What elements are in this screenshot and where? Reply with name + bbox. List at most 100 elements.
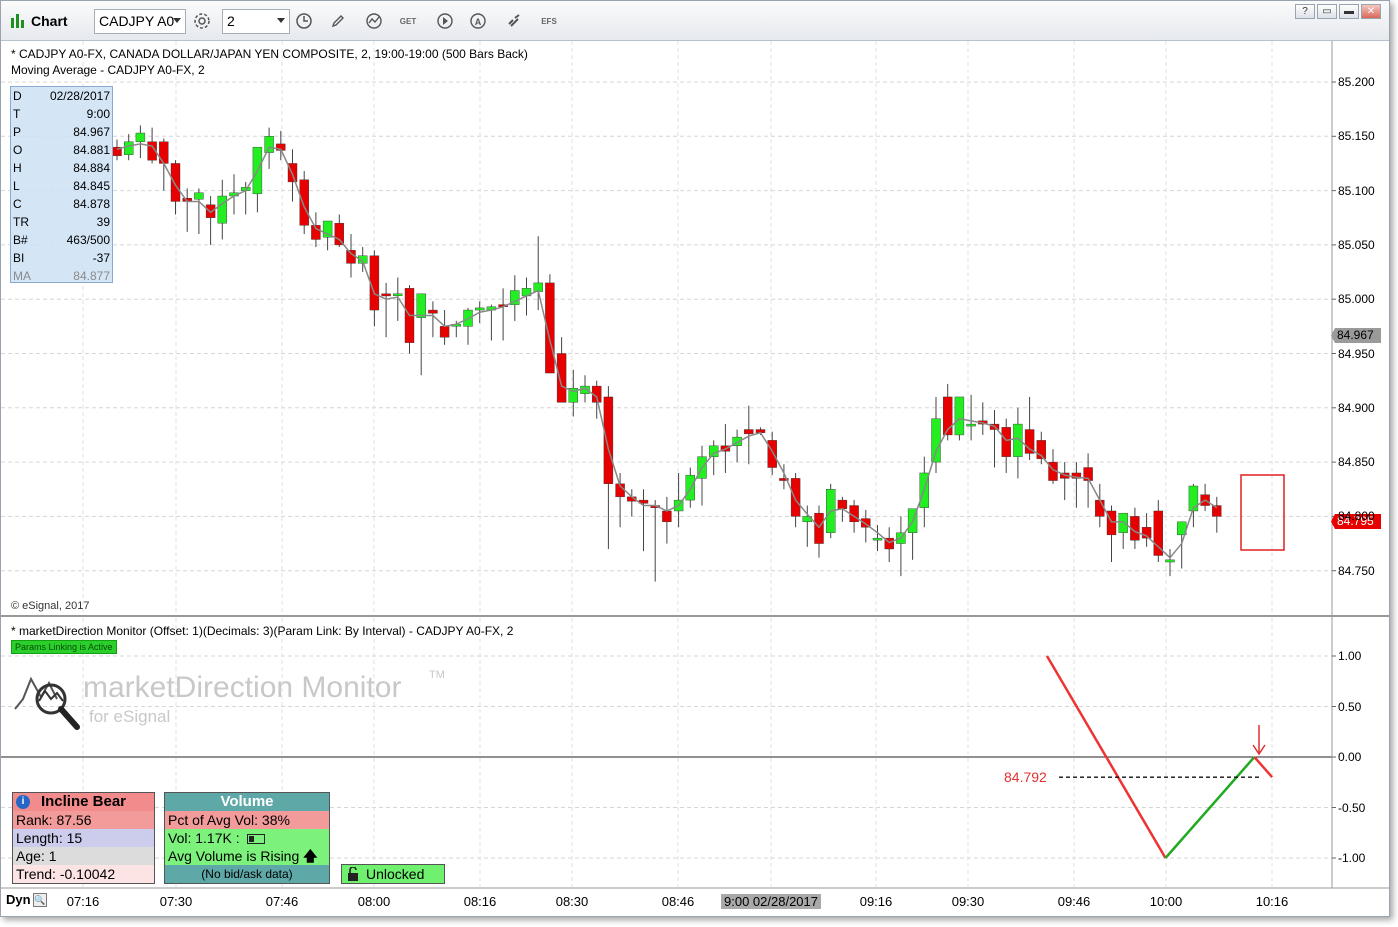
candle-body xyxy=(709,445,719,457)
time-axis-label: 08:16 xyxy=(463,894,497,909)
data-window-key: B# xyxy=(13,233,28,247)
volume-rising-label: Avg Volume is Rising xyxy=(168,848,300,864)
level-label: 84.792 xyxy=(1004,769,1047,785)
data-window-key: TR xyxy=(13,215,29,229)
zoom-icon[interactable]: 🔍 xyxy=(32,892,47,907)
pencil-icon[interactable] xyxy=(328,11,348,31)
data-window-value: 84.881 xyxy=(73,143,110,157)
toolbar: Chart CADJPY A0 2 GET A EFS ? ▭ ▬ ✕ xyxy=(1,1,1389,41)
candle-body xyxy=(416,293,426,318)
chart-bars-icon xyxy=(11,14,25,28)
play-icon[interactable] xyxy=(435,11,455,31)
data-window-key: BI xyxy=(13,251,25,265)
chart-area[interactable] xyxy=(1,41,1390,917)
data-window-row: T 9:00 xyxy=(13,107,110,125)
restore-button[interactable]: ▭ xyxy=(1317,4,1337,19)
logo-title: marketDirection Monitor xyxy=(83,671,402,704)
volume-panel: Volume Pct of Avg Vol: 38% Vol: 1.17K : … xyxy=(164,792,330,884)
data-window-row: TR 39 xyxy=(13,215,110,233)
price-axis-label: 84.850 xyxy=(1338,455,1375,470)
data-window-key: L xyxy=(13,179,20,193)
close-button[interactable]: ✕ xyxy=(1361,4,1381,19)
time-axis-label: 07:30 xyxy=(159,894,193,909)
candle-body xyxy=(685,474,695,501)
time-axis-label: 08:46 xyxy=(661,894,695,909)
chevron-down-icon[interactable] xyxy=(173,18,181,23)
trend-title: Incline Bear xyxy=(40,793,127,810)
candle-body xyxy=(159,141,169,164)
minimize-button[interactable]: ▬ xyxy=(1339,4,1359,19)
candle-body xyxy=(1095,499,1105,517)
time-axis-label: 09:16 xyxy=(859,894,893,909)
data-window-row: D 02/28/2017 xyxy=(13,89,110,107)
candle-body xyxy=(194,192,204,200)
ma-header: Moving Average - CADJPY A0-FX, 2 xyxy=(11,63,205,77)
trend-rank: Rank: 87.56 xyxy=(13,811,154,829)
data-window-row: P 84.967 xyxy=(13,125,110,143)
time-axis-label: 9:00 02/28/2017 xyxy=(721,894,821,909)
data-window-value: 84.845 xyxy=(73,179,110,193)
get-icon[interactable]: GET xyxy=(398,11,418,31)
symbol-combo[interactable]: CADJPY A0 xyxy=(94,9,186,34)
candle-body xyxy=(556,353,567,403)
trend-value: Trend: -0.10042 xyxy=(13,865,154,883)
dyn-label: Dyn xyxy=(6,892,31,907)
time-axis-label: 07:16 xyxy=(66,894,100,909)
data-window: D 02/28/2017 T 9:00 P 84.967 O 84.881 H 84.884 L 84… xyxy=(10,86,113,283)
volume-current-label: Vol: 1.17K : xyxy=(168,830,240,846)
candle-body xyxy=(346,250,356,264)
data-window-row: C 84.878 xyxy=(13,197,110,215)
volume-title: Volume xyxy=(165,793,329,811)
candle-body xyxy=(123,141,134,155)
copyright: © eSignal, 2017 xyxy=(11,600,90,612)
chart-title-label: Chart xyxy=(31,13,68,29)
candle-body xyxy=(790,478,801,517)
candle-body xyxy=(872,537,883,541)
candle-body xyxy=(299,179,309,226)
alert-icon[interactable]: A xyxy=(468,11,488,31)
settings-gear-icon[interactable] xyxy=(192,11,212,31)
indicator-axis-label: 0.00 xyxy=(1338,750,1362,764)
data-window-key: T xyxy=(13,107,21,121)
price-axis-label: 85.000 xyxy=(1338,292,1375,307)
price-axis-label: 85.150 xyxy=(1338,129,1375,144)
help-button[interactable]: ? xyxy=(1295,4,1315,19)
volume-current: Vol: 1.17K : xyxy=(165,829,329,847)
time-axis-label: 08:30 xyxy=(555,894,589,909)
data-window-key: P xyxy=(13,125,22,139)
time-axis-label: 08:00 xyxy=(357,894,391,909)
candle-body xyxy=(217,195,228,224)
link-icon[interactable] xyxy=(504,11,524,31)
candle-body xyxy=(334,222,344,246)
candle-body xyxy=(475,307,485,311)
data-window-value: 9:00 xyxy=(86,107,110,121)
clock-icon[interactable] xyxy=(294,11,314,31)
data-window-row: BI -37 xyxy=(13,251,110,269)
unlocked-button[interactable]: Unlocked xyxy=(341,864,445,884)
data-window-key: C xyxy=(13,197,22,211)
candle-body xyxy=(1165,559,1175,563)
params-linking-badge: Params Linking is Active xyxy=(11,640,117,654)
trend-panel: i Incline Bear Rank: 87.56 Length: 15 Ag… xyxy=(12,792,155,884)
info-icon[interactable]: i xyxy=(16,795,30,809)
data-window-key: MA xyxy=(13,269,31,283)
time-axis-label: 09:46 xyxy=(1057,894,1091,909)
logo-tm: TM xyxy=(429,669,445,681)
interval-combo[interactable]: 2 xyxy=(222,9,290,34)
signal-highlight-box xyxy=(1240,474,1285,551)
marketdirection-logo: marketDirection Monitor TM for eSignal xyxy=(13,669,453,735)
candle-body xyxy=(264,136,274,153)
svg-text:A: A xyxy=(475,17,482,27)
candle-body xyxy=(966,423,976,427)
indicator-icon[interactable] xyxy=(364,11,384,31)
time-axis-label: 10:00 xyxy=(1149,894,1183,909)
candle-body xyxy=(1001,427,1011,457)
efs-icon[interactable]: EFS xyxy=(539,11,559,31)
candle-body xyxy=(393,293,403,296)
candle-body xyxy=(744,429,754,435)
dyn-control[interactable]: Dyn 🔍 xyxy=(6,892,47,907)
candle-body xyxy=(439,326,450,338)
chevron-down-icon[interactable] xyxy=(277,18,285,23)
chart-title[interactable]: Chart xyxy=(11,13,68,29)
interval-value: 2 xyxy=(227,13,235,29)
